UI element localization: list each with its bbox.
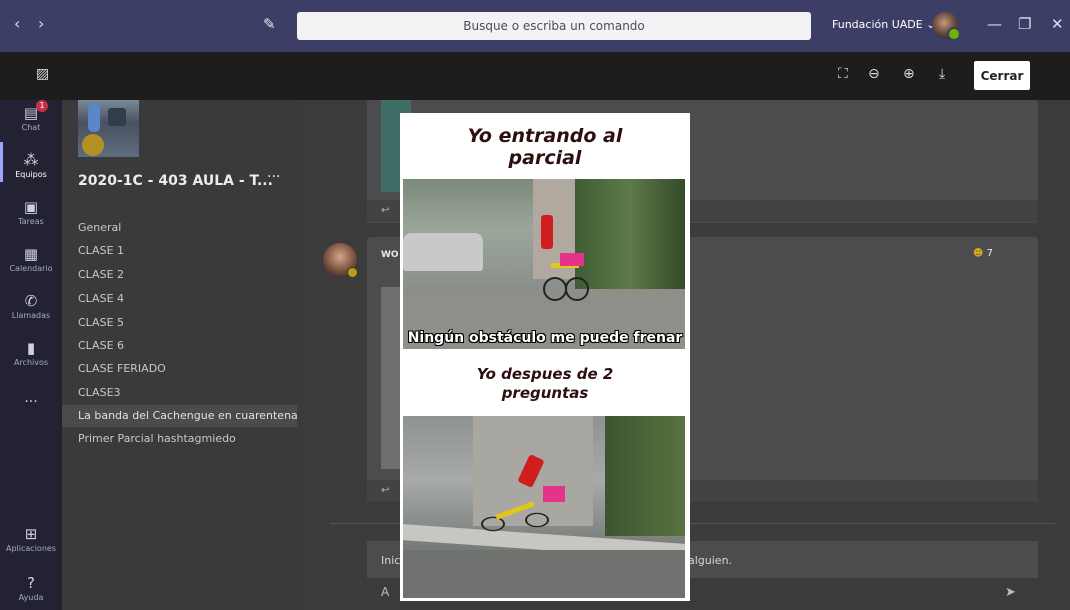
rail-item-equipos[interactable]: ⁂ Equipos: [0, 151, 62, 179]
image-viewer-toolbar: ▨ ⛶ ⊖ ⊕ ⤓ Cerrar: [0, 52, 1070, 100]
files-icon: ▮: [26, 339, 36, 357]
presence-away-icon: [347, 267, 358, 278]
meme-photo-top: [403, 179, 685, 349]
maximize-icon[interactable]: ❐: [1018, 15, 1031, 33]
rail-item-chat[interactable]: ▤ 1 Chat: [0, 100, 62, 132]
channel-item[interactable]: CLASE 5: [78, 316, 124, 329]
help-icon: ?: [27, 574, 35, 592]
new-chat-icon[interactable]: ✎: [263, 15, 281, 33]
rail-item-archivos[interactable]: ▮ Archivos: [0, 339, 62, 367]
rail-item-calendario[interactable]: ▦ Calendario: [0, 245, 62, 273]
meme-caption-top-line2: parcial: [508, 147, 582, 169]
channel-item[interactable]: CLASE FERIADO: [78, 362, 166, 375]
reaction-badge[interactable]: ☻ 7: [973, 248, 993, 259]
assignments-icon: ▣: [23, 198, 39, 216]
meme-caption-middle: Yo despues de 2 preguntas: [400, 365, 690, 403]
laugh-emoji-icon: ☻: [973, 248, 984, 259]
team-avatar-shape: [108, 108, 126, 126]
rail-label-equipos: Equipos: [15, 170, 47, 179]
zoom-out-icon[interactable]: ⊖: [868, 66, 880, 82]
meme-caption-middle-line1: Yo despues de 2: [476, 365, 614, 383]
reaction-count: 7: [986, 248, 993, 259]
team-avatar-figure: [88, 104, 100, 132]
image-icon: ▨: [36, 66, 50, 82]
search-placeholder: Busque o escriba un comando: [463, 19, 645, 33]
viewer-image: Yo entrando al parcial Ningún obstáculo …: [400, 113, 690, 601]
meme-subtitle: Ningún obstáculo me puede frenar: [407, 330, 683, 346]
rail-item-tareas[interactable]: ▣ Tareas: [0, 198, 62, 226]
meme-photo-bottom: [403, 416, 685, 598]
meme-caption-top-line1: Yo entrando al: [467, 125, 623, 147]
presence-available-icon: [947, 27, 961, 41]
minimize-icon[interactable]: —: [987, 15, 1002, 33]
rail-item-more[interactable]: ...: [0, 390, 62, 406]
org-name: Fundación UADE: [832, 18, 923, 31]
rail-label-calendario: Calendario: [9, 264, 53, 273]
chat-icon: ▤: [23, 104, 39, 122]
reply-icon[interactable]: ↩: [381, 485, 389, 496]
apps-icon: ⊞: [24, 525, 38, 543]
team-more-options-icon[interactable]: ···: [267, 169, 280, 185]
org-switcher[interactable]: Fundación UADE ⌄: [832, 18, 935, 31]
photo-trees: [605, 416, 685, 536]
meme-caption-middle-line2: preguntas: [501, 384, 589, 402]
close-viewer-button[interactable]: Cerrar: [974, 61, 1030, 90]
format-icon[interactable]: A: [381, 585, 389, 599]
team-avatar-yellow: [82, 134, 104, 156]
channel-item[interactable]: CLASE 4: [78, 292, 124, 305]
rail-label-aplicaciones: Aplicaciones: [6, 544, 56, 553]
rail-label-tareas: Tareas: [18, 217, 44, 226]
teams-icon: ⁂: [23, 151, 39, 169]
search-input[interactable]: Busque o escriba un comando: [297, 12, 811, 40]
compose-prompt-start: Inic: [381, 554, 401, 567]
rail-item-llamadas[interactable]: ✆ Llamadas: [0, 292, 62, 320]
channel-item[interactable]: CLASE 1: [78, 244, 124, 257]
more-icon: ...: [24, 390, 38, 406]
chat-badge: 1: [36, 100, 48, 112]
close-window-icon[interactable]: ✕: [1051, 15, 1064, 33]
team-avatar: [78, 100, 139, 157]
bike-handle: [541, 215, 553, 249]
rail-item-aplicaciones[interactable]: ⊞ Aplicaciones: [0, 525, 62, 553]
bike-wheel: [525, 512, 549, 528]
team-name[interactable]: 2020-1C - 403 AULA - T...: [78, 173, 273, 189]
sender-name: WO: [381, 250, 399, 260]
bike-wheel: [565, 277, 589, 301]
send-icon[interactable]: ➤: [1005, 585, 1016, 600]
back-arrow-icon[interactable]: ‹: [14, 14, 20, 33]
bike-wheel: [481, 516, 505, 532]
zoom-in-icon[interactable]: ⊕: [903, 66, 915, 82]
bike-basket: [543, 486, 565, 502]
forward-arrow-icon[interactable]: ›: [38, 14, 44, 33]
download-icon[interactable]: ⤓: [939, 66, 945, 82]
bike-wheel: [543, 277, 567, 301]
reply-icon[interactable]: ↩: [381, 205, 389, 216]
calendar-icon: ▦: [23, 245, 39, 263]
channel-item[interactable]: CLASE 6: [78, 339, 124, 352]
channel-item[interactable]: CLASE 2: [78, 268, 124, 281]
rail-label-archivos: Archivos: [13, 358, 49, 367]
app-rail: ▤ 1 Chat ⁂ Equipos ▣ Tareas ▦ Calendario…: [0, 100, 62, 610]
photo-car: [403, 233, 483, 271]
channel-item[interactable]: Primer Parcial hashtagmiedo: [78, 432, 236, 445]
calls-icon: ✆: [24, 292, 38, 310]
channel-item[interactable]: General: [78, 221, 121, 234]
sender-avatar[interactable]: [323, 243, 358, 278]
compose-prompt-end: alguien.: [688, 554, 733, 567]
rail-label-chat: Chat: [21, 123, 41, 132]
rail-label-llamadas: Llamadas: [11, 311, 51, 320]
photo-road: [403, 550, 685, 598]
photo-trees: [575, 179, 685, 289]
meme-caption-top: Yo entrando al parcial: [400, 125, 690, 169]
rail-label-ayuda: Ayuda: [18, 593, 44, 602]
channel-item[interactable]: CLASE3: [78, 386, 121, 399]
profile-avatar[interactable]: [932, 12, 961, 41]
channel-item-selected[interactable]: La banda del Cachengue en cuarentena: [78, 409, 298, 422]
bike-basket: [560, 253, 584, 266]
rail-item-ayuda[interactable]: ? Ayuda: [0, 574, 62, 602]
fit-screen-icon[interactable]: ⛶: [838, 66, 848, 82]
title-bar: ‹ › ✎ Busque o escriba un comando Fundac…: [0, 0, 1070, 52]
